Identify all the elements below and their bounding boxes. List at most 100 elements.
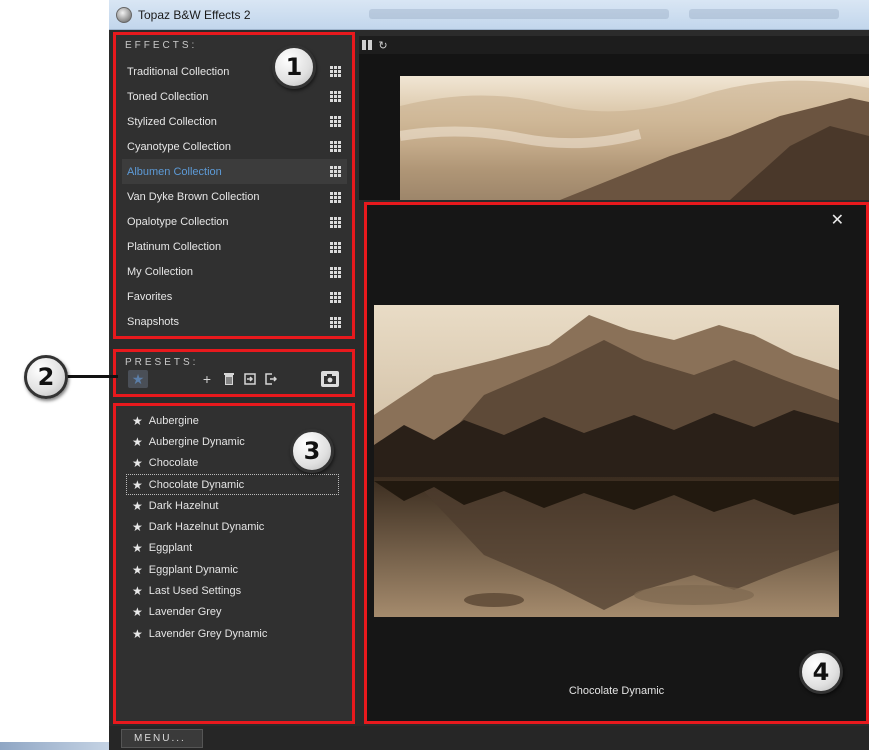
preset-preview-photo xyxy=(374,305,839,617)
effects-item-label: Albumen Collection xyxy=(127,165,222,178)
star-icon: ★ xyxy=(132,413,143,428)
preset-item[interactable]: ★ Lavender Grey xyxy=(126,602,339,623)
effects-item-label: Opalotype Collection xyxy=(127,216,229,229)
preset-item[interactable]: ★ Dark Hazelnut Dynamic xyxy=(126,516,339,537)
effects-item[interactable]: Cyanotype Collection xyxy=(122,134,347,159)
grid-icon[interactable] xyxy=(330,66,341,78)
grid-icon[interactable] xyxy=(330,141,341,153)
split-view-icon xyxy=(362,40,372,50)
effects-item[interactable]: Snapshots xyxy=(122,310,347,335)
preset-item[interactable]: ★ Lavender Grey Dynamic xyxy=(126,623,339,644)
export-preset-button[interactable] xyxy=(263,370,279,388)
preset-item[interactable]: ★ Last Used Settings xyxy=(126,580,339,601)
bottom-menu-bar: MENU... xyxy=(109,726,869,750)
star-icon: ★ xyxy=(132,498,143,513)
preset-item[interactable]: ★ Eggplant Dynamic xyxy=(126,559,339,580)
effects-item-label: Snapshots xyxy=(127,316,179,329)
preset-item-label: Eggplant Dynamic xyxy=(148,563,239,576)
grid-icon[interactable] xyxy=(330,191,341,203)
presets-panel: PRESETS: ★ + xyxy=(113,349,355,397)
star-icon: ★ xyxy=(132,541,143,556)
preset-item-label: Aubergine xyxy=(148,414,199,427)
window-title: Topaz B&W Effects 2 xyxy=(138,8,251,22)
star-icon: ★ xyxy=(132,477,143,492)
effects-item[interactable]: My Collection xyxy=(122,260,347,285)
effects-item[interactable]: Albumen Collection xyxy=(122,159,347,185)
effects-item[interactable]: Stylized Collection xyxy=(122,109,347,134)
grid-icon[interactable] xyxy=(330,116,341,128)
refresh-icon: ↻ xyxy=(378,39,388,52)
original-preview-pane xyxy=(359,54,869,200)
effects-item-label: Favorites xyxy=(127,291,173,304)
original-photo xyxy=(400,76,869,200)
effects-item[interactable]: Favorites xyxy=(122,285,347,310)
grid-icon[interactable] xyxy=(330,241,341,253)
favorite-star-button[interactable]: ★ xyxy=(128,370,148,388)
preset-item-label: Dark Hazelnut xyxy=(148,499,219,512)
effects-item[interactable]: Toned Collection xyxy=(122,84,347,109)
effects-item[interactable]: Opalotype Collection xyxy=(122,210,347,235)
compare-view-button[interactable] xyxy=(359,37,375,53)
preset-preview-caption: Chocolate Dynamic xyxy=(568,685,665,697)
grid-icon[interactable] xyxy=(330,216,341,228)
star-icon: ★ xyxy=(132,605,143,620)
sepia-lake-mountain-image xyxy=(374,305,839,617)
import-icon xyxy=(244,373,256,385)
effects-header: EFFECTS: xyxy=(125,40,198,51)
preview-toolbar: ↻ xyxy=(359,36,869,54)
effects-item-label: Traditional Collection xyxy=(127,65,230,78)
effects-item[interactable]: Van Dyke Brown Collection xyxy=(122,184,347,209)
export-icon xyxy=(265,373,277,385)
screenshot-stage: Topaz B&W Effects 2 EFFECTS: Traditional… xyxy=(0,0,869,750)
presets-header: PRESETS: xyxy=(125,357,199,368)
preset-item[interactable]: ★ Dark Hazelnut xyxy=(126,495,339,516)
preset-item-label: Dark Hazelnut Dynamic xyxy=(148,521,265,534)
preset-item[interactable]: ★ Chocolate Dynamic xyxy=(126,473,339,496)
star-icon: ★ xyxy=(132,456,143,471)
grid-icon[interactable] xyxy=(330,91,341,103)
preset-preview-panel: ✕ Chocolate Dynamic xyxy=(364,202,869,724)
star-icon: ★ xyxy=(131,370,145,387)
preset-item-label: Chocolate xyxy=(148,457,199,470)
grid-icon[interactable] xyxy=(330,266,341,278)
effects-panel: EFFECTS: Traditional Collection Toned Col… xyxy=(113,32,355,339)
snapshot-button[interactable] xyxy=(321,371,339,387)
preset-item-label: Lavender Grey xyxy=(148,606,222,619)
close-icon: ✕ xyxy=(830,212,844,229)
menu-button[interactable]: MENU... xyxy=(121,729,203,748)
effects-item-label: Van Dyke Brown Collection xyxy=(127,191,260,204)
preset-item[interactable]: ★ Aubergine xyxy=(126,410,339,431)
window-titlebar[interactable]: Topaz B&W Effects 2 xyxy=(109,0,869,30)
effects-item-label: Cyanotype Collection xyxy=(127,140,231,153)
add-preset-button[interactable]: + xyxy=(199,370,215,388)
effects-item-label: My Collection xyxy=(127,266,194,279)
preset-item-label: Chocolate Dynamic xyxy=(148,478,245,491)
effects-item[interactable]: Platinum Collection xyxy=(122,235,347,260)
preset-item[interactable]: ★ Eggplant xyxy=(126,538,339,559)
refresh-button[interactable]: ↻ xyxy=(375,37,391,53)
grid-icon[interactable] xyxy=(330,291,341,303)
trash-icon xyxy=(224,373,234,385)
grid-icon[interactable] xyxy=(330,316,341,328)
import-preset-button[interactable] xyxy=(242,370,258,388)
sepia-mountain-image xyxy=(400,80,869,200)
star-icon: ★ xyxy=(132,520,143,535)
camera-icon xyxy=(324,374,336,384)
preset-item-label: Last Used Settings xyxy=(148,585,242,598)
grid-icon[interactable] xyxy=(330,166,341,178)
blurred-toolbar xyxy=(689,9,839,19)
blurred-menubar xyxy=(369,9,669,19)
preset-item-label: Eggplant xyxy=(148,542,193,555)
effects-item-label: Stylized Collection xyxy=(127,115,217,128)
taskbar-fragment xyxy=(0,742,109,750)
callout-4: 4 xyxy=(799,650,843,694)
plus-icon: + xyxy=(202,371,212,387)
callout-2-leader xyxy=(62,375,118,378)
callout-1: 1 xyxy=(272,45,316,89)
effects-item-label: Platinum Collection xyxy=(127,241,222,254)
close-preview-button[interactable]: ✕ xyxy=(831,210,844,230)
effects-list: Traditional Collection Toned Collection St… xyxy=(122,59,347,335)
preset-item-label: Lavender Grey Dynamic xyxy=(148,627,268,640)
delete-preset-button[interactable] xyxy=(221,370,237,388)
star-icon: ★ xyxy=(132,584,143,599)
